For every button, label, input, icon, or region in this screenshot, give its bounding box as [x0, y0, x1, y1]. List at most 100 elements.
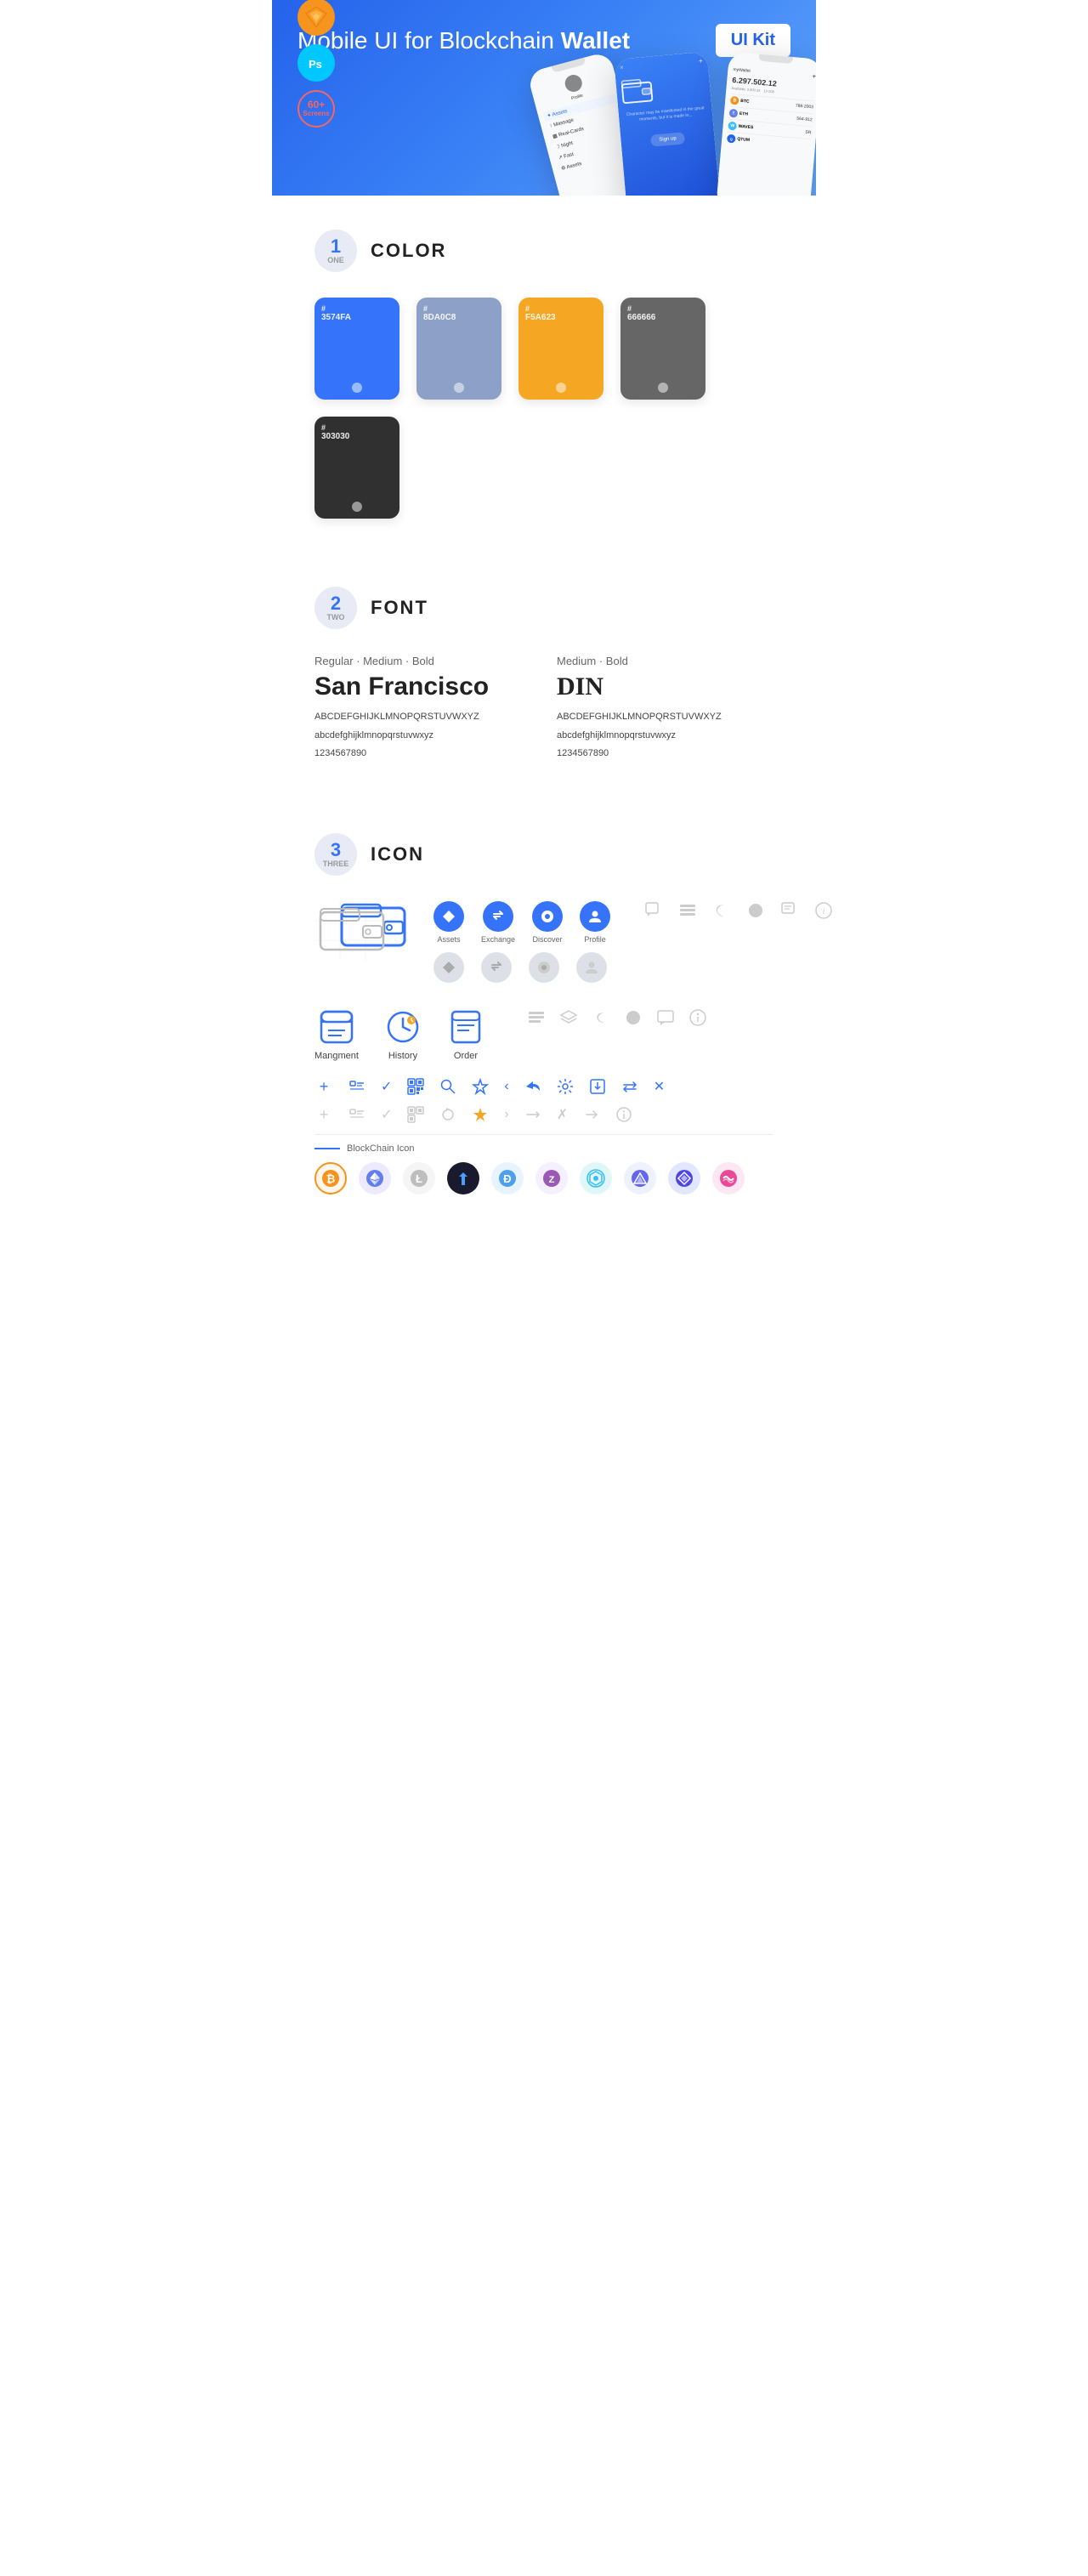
diamond-icon — [668, 1162, 700, 1194]
bitcoin-icon: ₿ — [314, 1162, 347, 1194]
msg-icon — [656, 1008, 675, 1027]
import-icon — [589, 1078, 606, 1095]
order-icon-item: Order — [447, 1008, 484, 1061]
check-icon: ✓ — [381, 1078, 392, 1095]
x-gray-icon: ✗ — [557, 1106, 568, 1123]
sketch-badge — [298, 0, 335, 36]
info-icon: i — [814, 901, 833, 920]
list-small-gray-icon — [348, 1106, 366, 1123]
svg-text:Ps: Ps — [309, 58, 322, 71]
hero-badges: Ps 60+ Screens — [298, 0, 335, 128]
exchange-icon — [483, 901, 513, 932]
arrow-right-icon — [583, 1106, 600, 1123]
exchange-icon-gray — [481, 952, 512, 983]
misc-small-icons — [527, 1008, 707, 1027]
list-small-icon — [348, 1078, 366, 1095]
management-icon-item: Mangment — [314, 1008, 359, 1061]
qr-gray-icon — [407, 1106, 424, 1123]
discover-icon-gray — [529, 952, 559, 983]
wallet-icons-row: Assets Exchange — [314, 901, 774, 983]
dot-icon — [624, 1008, 643, 1027]
layers-icon — [559, 1008, 578, 1027]
settings-icon — [557, 1078, 574, 1095]
swatch-2: #8DA0C8 — [416, 298, 502, 400]
close-icon: ✕ — [654, 1078, 665, 1095]
phones-area: Profile ✦ Assets ↑ Massage ▦ Real-Cards … — [493, 34, 816, 196]
swatch-1: #3574FA — [314, 298, 400, 400]
circle-icon — [746, 901, 765, 920]
icon-section-header: 3 THREE ICON — [314, 833, 774, 876]
exchange-icon-item: Exchange — [481, 901, 515, 944]
plus-gray-icon: + — [314, 1106, 333, 1124]
utility-icons-row-2: + ✓ — [314, 1106, 774, 1124]
stack-icon — [678, 901, 697, 920]
blockchain-label: BlockChain Icon — [314, 1143, 774, 1154]
chat-icon — [644, 901, 663, 920]
font-grid: Regular · Medium · Bold San Francisco AB… — [314, 655, 774, 765]
profile-icon-gray — [576, 952, 607, 983]
svg-text:Ð: Ð — [503, 1172, 511, 1185]
check-gray-icon: ✓ — [381, 1106, 392, 1123]
arrows-icon — [524, 1106, 541, 1123]
ethereum-icon — [359, 1162, 391, 1194]
color-section-header: 1 ONE COLOR — [314, 230, 774, 272]
litecoin-icon: Ł — [403, 1162, 435, 1194]
assets-icon — [434, 901, 464, 932]
phone-mockup-3: myWallet + 6.297.502.12 Available: 3,000… — [716, 52, 816, 196]
plus-icon: + — [314, 1078, 333, 1096]
star-icon — [472, 1078, 489, 1095]
share-icon — [524, 1078, 541, 1095]
assets-icon-gray — [434, 952, 464, 983]
font-din: Medium · Bold DIN ABCDEFGHIJKLMNOPQRSTUV… — [557, 655, 774, 765]
named-icons-group: Assets Exchange — [434, 901, 610, 983]
swap-icon — [621, 1078, 638, 1095]
info-circle-icon — [688, 1008, 707, 1027]
font-section-header: 2 TWO FONT — [314, 587, 774, 629]
forward-icon: › — [504, 1107, 508, 1122]
back-icon: ‹ — [504, 1079, 508, 1094]
qr-icon — [407, 1078, 424, 1095]
swatch-5: #303030 — [314, 417, 400, 519]
swatch-4: #666666 — [620, 298, 706, 400]
crypto-icons-row: ₿ Ł — [314, 1162, 774, 1194]
misc-icons-group: i — [644, 901, 833, 920]
assets-icon-item: Assets — [434, 901, 464, 944]
crescent-icon — [592, 1008, 610, 1027]
dash-icon: Ð — [491, 1162, 524, 1194]
font-sf: Regular · Medium · Bold San Francisco AB… — [314, 655, 531, 765]
icon-section: 3 THREE ICON — [272, 799, 816, 1228]
profile-icon — [580, 901, 610, 932]
refresh-icon — [439, 1106, 456, 1123]
augur-icon — [624, 1162, 656, 1194]
zcash-icon: Z — [536, 1162, 568, 1194]
svg-text:Z: Z — [549, 1175, 555, 1185]
svg-text:₿: ₿ — [326, 1172, 336, 1185]
discover-icon-item: Discover — [532, 901, 563, 944]
polygon-icon — [712, 1162, 745, 1194]
font-section: 2 TWO FONT Regular · Medium · Bold San F… — [272, 553, 816, 799]
blockchain-line — [314, 1148, 340, 1149]
hero-section: Mobile UI for Blockchain Wallet UI Kit P… — [272, 0, 816, 196]
font-number-bubble: 2 TWO — [314, 587, 357, 629]
svg-text:i: i — [823, 906, 825, 916]
function-icons-row: Mangment History Order — [314, 1008, 774, 1061]
screens-badge: 60+ Screens — [298, 90, 335, 128]
swatch-3: #F5A623 — [518, 298, 604, 400]
blackcoin-icon — [447, 1162, 479, 1194]
moon-icon — [712, 901, 731, 920]
phone-mockup-2: ✕ + Character may be manifested in the g… — [614, 52, 721, 196]
profile-icon-item: Profile — [580, 901, 610, 944]
star-filled-icon — [472, 1106, 489, 1123]
utility-icons-row-1: + ✓ — [314, 1078, 774, 1096]
history-icon-item: History — [384, 1008, 422, 1061]
color-number-bubble: 1 ONE — [314, 230, 357, 272]
color-section: 1 ONE COLOR #3574FA #8DA0C8 #F5A623 #666… — [272, 196, 816, 553]
chat2-icon — [780, 901, 799, 920]
blockchain-divider — [314, 1134, 774, 1135]
svg-text:Ł: Ł — [416, 1172, 422, 1185]
ps-badge: Ps — [298, 44, 335, 82]
info-gray-icon — [615, 1106, 632, 1123]
stellar-icon — [580, 1162, 612, 1194]
color-swatches: #3574FA #8DA0C8 #F5A623 #666666 #303030 — [314, 298, 774, 519]
search-icon — [439, 1078, 456, 1095]
